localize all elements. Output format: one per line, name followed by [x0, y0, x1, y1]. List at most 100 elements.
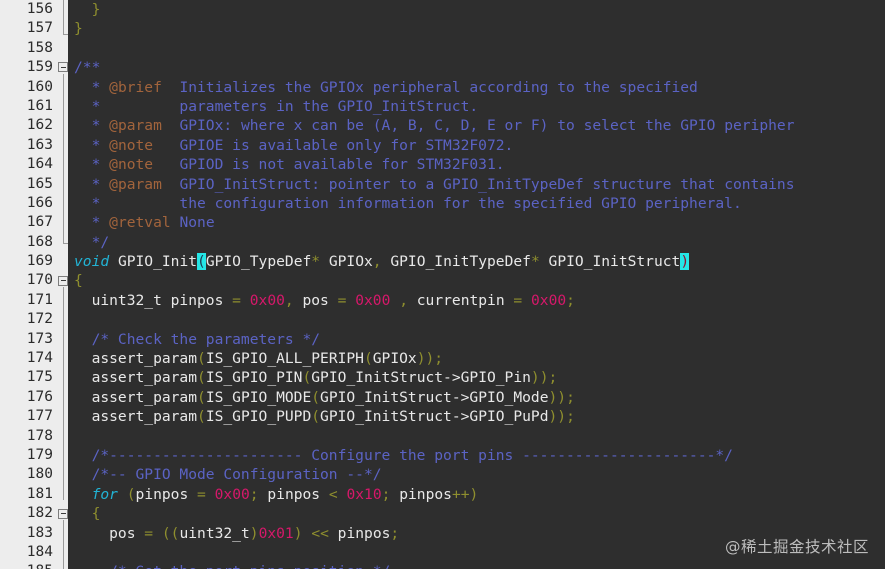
code-line-164[interactable]: * @note GPIOD is not available for STM32…: [74, 155, 885, 174]
code-line-184[interactable]: [74, 543, 885, 562]
line-number: 160: [26, 78, 53, 95]
token-comment: *: [74, 214, 110, 232]
code-line-168[interactable]: */: [74, 233, 885, 252]
code-line-182[interactable]: {: [74, 504, 885, 523]
token-identifier: pos: [74, 524, 145, 542]
line-number: 156: [26, 1, 53, 17]
line-number: 171: [26, 291, 53, 308]
token-operator: =: [197, 485, 206, 503]
token-doc-tag: @param: [109, 117, 162, 135]
token-punctuation: ,: [372, 253, 382, 271]
line-number: 185: [0, 562, 58, 569]
code-line-170[interactable]: {: [74, 271, 885, 290]
code-line-166[interactable]: * the configuration information for the …: [74, 194, 885, 213]
token-punctuation: ,: [284, 291, 294, 309]
token-operator: <<: [311, 524, 329, 542]
line-number: 180: [26, 466, 53, 483]
token-punctuation: (: [126, 485, 136, 503]
code-line-178[interactable]: [74, 427, 885, 446]
token-operator: *: [311, 253, 321, 271]
code-line-180[interactable]: /*-- GPIO Mode Configuration --*/: [74, 465, 885, 484]
code-line-167[interactable]: * @retval None: [74, 213, 885, 232]
token-punctuation: (: [311, 408, 321, 426]
code-line-183[interactable]: pos = ((uint32_t)0x01) << pinpos;: [74, 524, 885, 543]
fold-toggle-line-170[interactable]: [58, 275, 68, 286]
token-punctuation: ));: [548, 408, 575, 426]
fold-region-end: [62, 34, 68, 35]
token-comment: *: [74, 156, 110, 174]
token-identifier: pos: [293, 291, 338, 309]
code-line-181[interactable]: for (pinpos = 0x00; pinpos < 0x10; pinpo…: [74, 485, 885, 504]
code-editor: 156 157 158 159 160 161 162 163 164 165 …: [0, 0, 885, 569]
code-line-163[interactable]: * @note GPIOE is available only for STM3…: [74, 136, 885, 155]
fold-guide-line: [62, 520, 64, 569]
line-number: 177: [26, 408, 53, 425]
token-identifier: [153, 525, 162, 542]
token-number: 0x00: [531, 291, 567, 309]
token-identifier: assert_param: [74, 388, 198, 406]
token-punctuation: (: [197, 369, 206, 387]
token-punctuation: (: [197, 388, 206, 406]
line-number: 158: [26, 39, 53, 56]
fold-region-end: [62, 242, 68, 244]
line-number: 164: [26, 156, 53, 173]
code-lines: } } /** * @brief Initializes the GPIOx p…: [68, 0, 885, 569]
token-identifier: assert_param: [74, 408, 198, 426]
fold-toggle-line-182[interactable]: [58, 508, 68, 519]
code-line-160[interactable]: * @brief Initializes the GPIOx periphera…: [74, 78, 885, 97]
token-punctuation: ));: [548, 388, 575, 406]
code-line-174[interactable]: assert_param(IS_GPIO_ALL_PERIPH(GPIOx));: [74, 349, 885, 368]
code-line-158[interactable]: [74, 39, 885, 58]
code-line-171[interactable]: uint32_t pinpos = 0x00, pos = 0x00 , cur…: [74, 291, 885, 310]
token-identifier: GPIO_InitStruct->GPIO_Pin: [311, 369, 531, 387]
token-identifier: IS_GPIO_MODE: [205, 388, 312, 406]
token-operator: =: [232, 291, 241, 309]
line-number: 173: [26, 330, 53, 347]
token-brace: {: [74, 505, 101, 523]
fold-toggle-line-159[interactable]: [58, 62, 68, 73]
token-punctuation: ((: [161, 524, 180, 542]
token-identifier: [118, 486, 127, 503]
editor-gutter[interactable]: 156 157 158 159 160 161 162 163 164 165 …: [0, 0, 68, 569]
code-line-173[interactable]: /* Check the parameters */: [74, 330, 885, 349]
code-line-161[interactable]: * parameters in the GPIO_InitStruct.: [74, 97, 885, 116]
code-content-area[interactable]: } } /** * @brief Initializes the GPIOx p…: [68, 0, 885, 569]
line-number: 175: [26, 369, 53, 386]
line-number: 163: [26, 136, 53, 153]
token-comment: */: [74, 233, 110, 251]
code-folding-column[interactable]: [58, 0, 68, 569]
token-comment: GPIOE is available only for STM32F072.: [153, 136, 514, 154]
token-brace: }: [74, 20, 83, 38]
token-punctuation: ): [293, 524, 303, 542]
token-punctuation: ;: [566, 291, 575, 309]
token-punctuation: (: [197, 408, 206, 426]
token-punctuation: ));: [530, 369, 558, 387]
token-identifier: currentpin: [407, 291, 514, 309]
code-line-157[interactable]: }: [74, 19, 885, 38]
code-line-177[interactable]: assert_param(IS_GPIO_PUPD(GPIO_InitStruc…: [74, 407, 885, 426]
code-line-185[interactable]: /* Get the port pins position */: [74, 562, 885, 569]
code-line-165[interactable]: * @param GPIO_InitStruct: pointer to a G…: [74, 175, 885, 194]
token-comment: *: [74, 175, 110, 193]
line-number: 168: [26, 233, 53, 250]
code-line-176[interactable]: assert_param(IS_GPIO_MODE(GPIO_InitStruc…: [74, 388, 885, 407]
token-identifier: IS_GPIO_PIN: [205, 369, 303, 387]
token-punctuation: (: [302, 369, 312, 387]
token-comment: Initializes the GPIOx peripheral accordi…: [161, 78, 698, 96]
token-identifier: IS_GPIO_PUPD: [205, 408, 312, 426]
token-punctuation: ,: [399, 291, 408, 309]
token-comment: /*---------------------- Configure the p…: [74, 446, 733, 464]
line-number: 182: [26, 505, 53, 522]
code-line-172[interactable]: [74, 310, 885, 329]
code-line-179[interactable]: /*---------------------- Configure the p…: [74, 446, 885, 465]
code-line-175[interactable]: assert_param(IS_GPIO_PIN(GPIO_InitStruct…: [74, 368, 885, 387]
token-doc-tag: @param: [109, 175, 162, 193]
code-line-169[interactable]: void GPIO_Init(GPIO_TypeDef* GPIOx, GPIO…: [74, 252, 885, 271]
token-doc-tag: @note: [109, 136, 154, 154]
code-line-162[interactable]: * @param GPIOx: where x can be (A, B, C,…: [74, 116, 885, 135]
code-line-156[interactable]: }: [74, 0, 885, 19]
token-comment: *: [74, 117, 110, 135]
line-number: 159: [26, 59, 53, 76]
token-comment: GPIO_InitStruct: pointer to a GPIO_InitT…: [161, 175, 795, 193]
code-line-159[interactable]: /**: [74, 58, 885, 77]
